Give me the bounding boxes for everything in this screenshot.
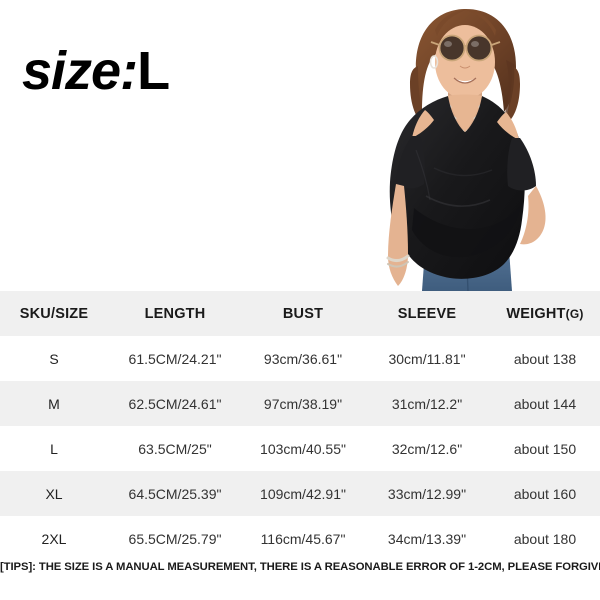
cell-size: M bbox=[48, 395, 60, 412]
page-title: size:L bbox=[22, 41, 170, 101]
cell-bust: 97cm/38.19" bbox=[263, 395, 343, 412]
cell-weight: about 160 bbox=[513, 485, 577, 502]
page-title-prefix: size: bbox=[22, 41, 138, 101]
cell-length: 63.5CM/25" bbox=[138, 440, 212, 457]
column-header-bust: BUST bbox=[282, 305, 324, 322]
column-header-weight: WEIGHT(G) bbox=[490, 291, 600, 336]
cell-weight: about 138 bbox=[513, 350, 577, 367]
cell-bust: 109cm/42.91" bbox=[260, 485, 346, 502]
table-header-row: SKU/SIZE LENGTH BUST SLEEVE WEIGHT(G) bbox=[0, 291, 600, 336]
cell-weight: about 144 bbox=[513, 395, 577, 412]
cell-bust: 116cm/45.67" bbox=[260, 530, 346, 547]
column-header-sku-size: SKU/SIZE bbox=[19, 305, 89, 322]
column-header-weight-label: WEIGHT bbox=[506, 305, 566, 322]
cell-bust: 103cm/40.55" bbox=[260, 440, 346, 457]
cell-length: 64.5CM/25.39" bbox=[128, 485, 222, 502]
cell-size: S bbox=[49, 350, 59, 367]
column-header-sleeve: SLEEVE bbox=[397, 305, 457, 322]
measurement-tips-note: [TIPS]: THE SIZE IS A MANUAL MEASUREMENT… bbox=[0, 561, 600, 573]
cell-size: XL bbox=[45, 485, 63, 502]
cell-length: 61.5CM/24.21" bbox=[128, 350, 222, 367]
column-header-weight-unit: (G) bbox=[565, 306, 584, 321]
table-row: L 63.5CM/25" 103cm/40.55" 32cm/12.6" abo… bbox=[0, 426, 600, 471]
page-title-size-value: L bbox=[137, 41, 170, 101]
cell-size: 2XL bbox=[41, 530, 67, 547]
cell-sleeve: 34cm/13.39" bbox=[387, 530, 467, 547]
cell-sleeve: 31cm/12.2" bbox=[391, 395, 463, 412]
cell-length: 62.5CM/24.61" bbox=[128, 395, 222, 412]
cell-length: 65.5CM/25.79" bbox=[128, 530, 222, 547]
cell-sleeve: 33cm/12.99" bbox=[387, 485, 467, 502]
table-body: S 61.5CM/24.21" 93cm/36.61" 30cm/11.81" … bbox=[0, 336, 600, 561]
table-header: SKU/SIZE LENGTH BUST SLEEVE WEIGHT(G) bbox=[0, 291, 600, 336]
column-header-length: LENGTH bbox=[144, 305, 206, 322]
product-photo bbox=[330, 0, 600, 291]
cell-weight: about 180 bbox=[513, 530, 577, 547]
cell-bust: 93cm/36.61" bbox=[263, 350, 343, 367]
table-row: M 62.5CM/24.61" 97cm/38.19" 31cm/12.2" a… bbox=[0, 381, 600, 426]
cell-size: L bbox=[50, 440, 58, 457]
table-row: XL 64.5CM/25.39" 109cm/42.91" 33cm/12.99… bbox=[0, 471, 600, 516]
cell-sleeve: 30cm/11.81" bbox=[388, 350, 466, 367]
table-row: S 61.5CM/24.21" 93cm/36.61" 30cm/11.81" … bbox=[0, 336, 600, 381]
cell-sleeve: 32cm/12.6" bbox=[391, 440, 463, 457]
face bbox=[435, 25, 495, 99]
size-chart-table: SKU/SIZE LENGTH BUST SLEEVE WEIGHT(G) S … bbox=[0, 291, 600, 561]
cell-weight: about 150 bbox=[513, 440, 577, 457]
table-row: 2XL 65.5CM/25.79" 116cm/45.67" 34cm/13.3… bbox=[0, 516, 600, 561]
hero-section: size:L bbox=[0, 0, 600, 291]
size-chart-page: size:L SKU/SIZE LENGTH BUST SLEEVE WEIGH… bbox=[0, 0, 600, 600]
